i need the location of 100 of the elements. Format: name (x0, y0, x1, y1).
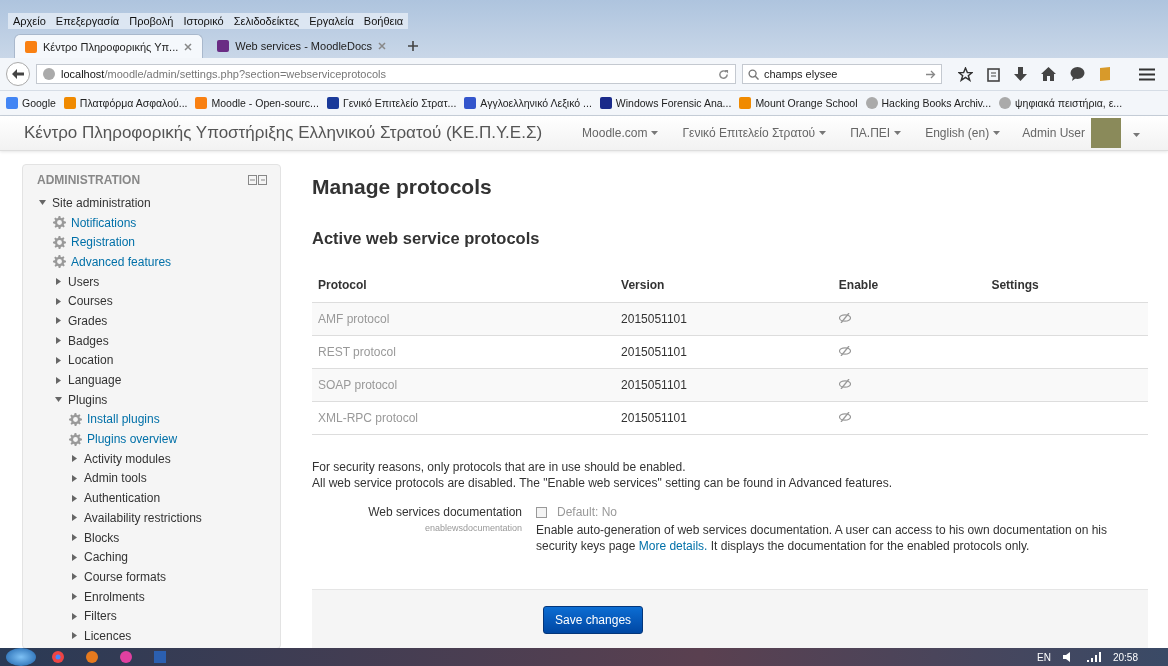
tree-item[interactable]: Users (68, 274, 100, 289)
bookmark[interactable]: Google (6, 97, 56, 109)
collapsed-arrow-icon[interactable] (54, 337, 62, 345)
tree-item[interactable]: Authentication (84, 491, 161, 506)
back-button[interactable] (6, 62, 30, 86)
note-text: For security reasons, only protocols that are in use should be enabled. (312, 459, 687, 475)
tree-item[interactable]: Advanced features (71, 254, 172, 269)
address-bar[interactable]: localhost/moodle/admin/settings.php?section=webserviceprotocols (36, 64, 736, 84)
expanded-arrow-icon[interactable] (38, 199, 46, 207)
collapsed-arrow-icon[interactable] (70, 632, 78, 640)
hidden-eye-icon[interactable] (838, 379, 851, 389)
bookmark[interactable]: Moodle - Open-sourc... (195, 97, 319, 109)
save-button[interactable]: Save changes (543, 606, 644, 634)
tree-item[interactable]: Plugins (68, 392, 108, 407)
new-tab-icon[interactable] (408, 41, 418, 51)
gear-icon (69, 412, 82, 426)
tree-item[interactable]: Blocks (84, 530, 120, 545)
bookmark[interactable]: ψηφιακά πειστήρια, ε... (999, 97, 1123, 109)
download-icon[interactable] (1014, 66, 1027, 82)
tree-item[interactable]: Plugins overview (87, 432, 178, 447)
header-menu[interactable]: ΠΑ.ΠΕΙ (838, 126, 914, 140)
language-indicator[interactable]: EN (1037, 651, 1051, 663)
start-button[interactable] (6, 648, 36, 666)
bookmark[interactable]: Windows Forensic Ana... (599, 97, 732, 109)
block-title: ADMINISTRATION (37, 173, 141, 187)
star-icon[interactable] (958, 66, 973, 82)
collapsed-arrow-icon[interactable] (70, 514, 78, 522)
collapsed-arrow-icon[interactable] (70, 593, 78, 601)
reload-icon[interactable] (718, 68, 729, 80)
menu-item[interactable]: Εργαλεία (304, 13, 359, 29)
caret-icon (651, 131, 659, 135)
gear-icon (53, 255, 66, 269)
collapsed-arrow-icon[interactable] (70, 494, 78, 502)
dock-icon[interactable] (248, 175, 268, 185)
tree-item[interactable]: Filters (84, 609, 117, 624)
tree-item[interactable]: Admin tools (84, 471, 147, 486)
chat-icon[interactable] (1070, 67, 1085, 81)
bookmark[interactable]: Mount Orange School (739, 97, 858, 109)
tree-item[interactable]: Grades (68, 313, 108, 328)
checkbox[interactable] (536, 506, 547, 518)
bookmark[interactable]: Hacking Books Archiv... (865, 97, 992, 109)
tree-item[interactable]: Enrolments (84, 589, 145, 604)
note-text: All web service protocols are disabled. The "Enable web services" setting can be found in Advanced features. (312, 475, 893, 491)
tree-item[interactable]: Language (68, 373, 122, 388)
bookmark[interactable]: Αγγλοελληνικό Λεξικό ... (464, 97, 592, 109)
hidden-eye-icon[interactable] (838, 313, 851, 323)
collapsed-arrow-icon[interactable] (70, 573, 78, 581)
bookmark[interactable]: Γενικό Επιτελείο Στρατ... (326, 97, 457, 109)
tree-item[interactable]: Course formats (84, 569, 167, 584)
setting-name: enablewsdocumentation (424, 523, 522, 533)
header-menu[interactable]: Moodle.com (570, 126, 671, 140)
hidden-eye-icon[interactable] (838, 346, 851, 356)
home-icon[interactable] (1041, 67, 1056, 81)
tree-item[interactable]: Location (68, 353, 114, 368)
collapsed-arrow-icon[interactable] (54, 278, 62, 286)
menu-item[interactable]: Βοήθεια (358, 13, 409, 29)
menu-item[interactable]: Αρχείο (8, 13, 51, 29)
header-menu[interactable]: Γενικό Επιτελείο Στρατού (670, 126, 839, 140)
collapsed-arrow-icon[interactable] (70, 534, 78, 542)
signal-icon[interactable] (1086, 652, 1101, 662)
bookmark[interactable]: Πλατφόρμα Ασφαλού... (63, 97, 188, 109)
clipboard-icon[interactable] (987, 66, 1000, 82)
column-header: Version (615, 268, 833, 303)
collapsed-arrow-icon[interactable] (54, 376, 62, 384)
menu-item[interactable]: Επεξεργασία (50, 13, 125, 29)
caret-icon (1133, 133, 1140, 137)
collapsed-arrow-icon[interactable] (70, 474, 78, 482)
menu-icon[interactable] (1139, 67, 1155, 81)
search-box[interactable]: champs elysee (742, 64, 942, 84)
tree-item[interactable]: Install plugins (87, 412, 160, 427)
clock[interactable]: 20:58 (1112, 651, 1138, 663)
tree-item[interactable]: Site administration (52, 195, 151, 210)
arrow-icon[interactable] (926, 69, 936, 79)
tree-item[interactable]: Availability restrictions (84, 510, 202, 525)
user-name[interactable]: Admin User (1022, 126, 1085, 140)
menu-item[interactable]: Ιστορικό (178, 13, 229, 29)
tree-item[interactable]: Courses (68, 294, 113, 309)
browser-tab[interactable]: Web services - MoodleDocs (207, 34, 396, 58)
site-title[interactable]: Κέντρο Πληροφορικής Υποστήριξης Ελληνικού Στρατού (ΚΕ.Π.Υ.Ε.Σ) (24, 123, 543, 143)
menu-item[interactable]: Προβολή (124, 13, 179, 29)
collapsed-arrow-icon[interactable] (54, 297, 62, 305)
collapsed-arrow-icon[interactable] (54, 317, 62, 325)
tree-item[interactable]: Licences (84, 628, 132, 643)
tree-item[interactable]: Notifications (71, 215, 137, 230)
close-icon[interactable] (184, 42, 193, 51)
menu-item[interactable]: Σελιδοδείκτες (228, 13, 305, 29)
header-menu[interactable]: English (en) (913, 126, 1013, 140)
collapsed-arrow-icon[interactable] (70, 553, 78, 561)
tree-item[interactable]: Registration (71, 235, 136, 250)
expanded-arrow-icon[interactable] (54, 396, 62, 404)
collapsed-arrow-icon[interactable] (54, 356, 62, 364)
browser-tab[interactable]: Κέντρο Πληροφορικής Υπ... (14, 34, 204, 58)
collapsed-arrow-icon[interactable] (70, 455, 78, 463)
tree-item[interactable]: Caching (84, 550, 129, 565)
collapsed-arrow-icon[interactable] (70, 612, 78, 620)
table-cell: 2015051101 (615, 302, 833, 336)
more-details-link[interactable]: More details. (638, 539, 708, 553)
tree-item[interactable]: Activity modules (84, 451, 171, 466)
tree-item[interactable]: Badges (68, 333, 109, 348)
hidden-eye-icon[interactable] (838, 412, 851, 422)
